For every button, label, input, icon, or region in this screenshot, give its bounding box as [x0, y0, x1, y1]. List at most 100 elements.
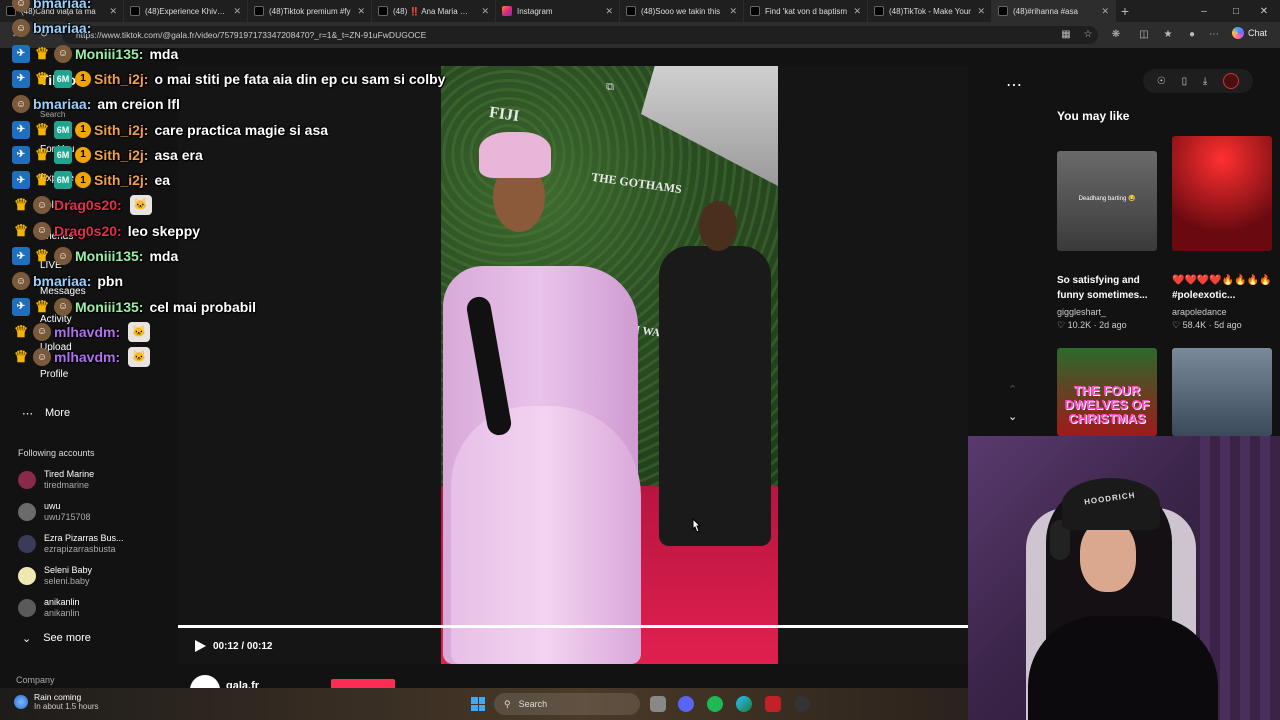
card-thumbnail[interactable] [1172, 348, 1272, 436]
sidebar-item-friends[interactable]: Friends [40, 231, 73, 242]
minimize-icon[interactable]: – [1188, 0, 1220, 22]
card-caption: So satisfying and funny sometimes... [1057, 275, 1148, 301]
close-icon[interactable]: ✕ [1101, 6, 1109, 17]
tiktok-icon [254, 6, 264, 16]
recommendation-card[interactable]: THE FOUR DWELVES OF CHRISTMAS [1057, 348, 1157, 436]
address-bar-row: ← ↻ https://www.tiktok.com/@gala.fr/vide… [0, 22, 1280, 48]
card-user[interactable]: giggleshart_ [1057, 307, 1157, 317]
following-account-item[interactable]: uwu uwu715708 [18, 500, 168, 524]
chat-label: Chat [1248, 28, 1268, 38]
tab-label: Find 'kat von d baptism [765, 6, 848, 16]
following-account-item[interactable]: Ezra Pizarras Bus... ezrapizarrasbusta [18, 532, 168, 556]
author-name[interactable]: gala.fr [226, 680, 259, 689]
account-name: uwu [44, 501, 61, 511]
extensions-icon[interactable]: ❋ [1108, 27, 1124, 43]
you-may-like-title: You may like [1057, 109, 1130, 123]
split-screen-icon[interactable]: ◫ [1136, 27, 1152, 43]
new-tab-icon[interactable]: + [1116, 3, 1134, 19]
video-more-options-icon[interactable]: ⋯ [1006, 75, 1022, 95]
streamer-cap [1062, 478, 1160, 530]
profile-icon[interactable]: ● [1184, 27, 1200, 43]
close-icon[interactable]: ✕ [605, 6, 613, 17]
following-account-item[interactable]: Tired Marine tiredmarine [18, 468, 168, 492]
card-user[interactable]: arapoledance [1172, 307, 1272, 317]
close-icon[interactable]: ✕ [233, 6, 241, 17]
fullscreen-icon[interactable]: ⧉ [603, 81, 617, 93]
following-account-item[interactable]: Seleni Baby seleni.baby [18, 564, 168, 588]
app-icon-red[interactable] [765, 696, 781, 712]
url-field[interactable]: https://www.tiktok.com/@gala.fr/video/75… [62, 26, 1098, 44]
browser-tab[interactable]: (48)TikTok - Make Your ✕ [868, 0, 992, 22]
recommendation-card[interactable] [1172, 348, 1272, 436]
recommendation-card[interactable]: Deadhang barting 😂 So satisfying and fun… [1057, 151, 1157, 331]
recommendation-card[interactable]: ❤️❤️❤️❤️🔥🔥🔥🔥 #poleexotic... arapoledance… [1172, 136, 1272, 331]
edge-icon[interactable] [736, 696, 752, 712]
see-more-button[interactable]: ⌄ See more [22, 632, 91, 645]
tab-label: (48)Când viața ta ma [21, 6, 96, 16]
weather-title: Rain coming [34, 692, 82, 702]
see-more-label: See more [43, 632, 91, 644]
browser-tab[interactable]: (48)Sooo we takin this ✕ [620, 0, 744, 22]
tiktok-logo[interactable]: TikTok [40, 72, 84, 88]
obs-icon[interactable] [794, 696, 810, 712]
download-icon[interactable]: ⤓ [1203, 76, 1207, 87]
apps-icon[interactable]: ▦ [1058, 27, 1074, 43]
browser-tab[interactable]: (48) ‼️ Ana Maria ‼️ (@ ✕ [372, 0, 496, 22]
close-window-icon[interactable]: ✕ [1248, 0, 1280, 22]
back-icon[interactable]: ← [8, 27, 24, 43]
close-icon[interactable]: ✕ [357, 6, 365, 17]
card-thumbnail[interactable]: Deadhang barting 😂 [1057, 151, 1157, 251]
settings-more-icon[interactable]: ⋯ [1206, 27, 1222, 43]
close-icon[interactable]: ✕ [109, 6, 117, 17]
browser-tab[interactable]: Instagram ✕ [496, 0, 620, 22]
browser-tab[interactable]: (48)#rihanna #asa ✕ [992, 0, 1116, 22]
company-link[interactable]: Company [16, 675, 55, 685]
sidebar-more-button[interactable]: ⋯ More [22, 407, 70, 420]
avatar [18, 503, 36, 521]
spotify-icon[interactable] [707, 696, 723, 712]
bookmark-star-icon[interactable]: ☆ [1080, 27, 1096, 43]
play-icon[interactable] [193, 639, 207, 653]
next-video-icon[interactable]: ⌄ [1008, 410, 1017, 423]
card-thumbnail[interactable] [1172, 136, 1272, 251]
coins-icon[interactable]: ☉ [1157, 76, 1166, 87]
video-progress-bar[interactable] [178, 625, 968, 628]
author-avatar[interactable] [190, 675, 220, 688]
windows-start-icon[interactable] [471, 697, 485, 711]
browser-tab[interactable]: (48)Tiktok premium #fy ✕ [248, 0, 372, 22]
sidebar-item-live[interactable]: LIVE [40, 260, 62, 271]
tiktok-icon [6, 6, 16, 16]
close-icon[interactable]: ✕ [977, 6, 985, 17]
follow-button[interactable] [331, 679, 395, 688]
man-in-suit [659, 246, 771, 546]
sidebar-item-messages[interactable]: Messages [40, 286, 86, 297]
sidebar-item-profile[interactable]: Profile [40, 369, 68, 380]
card-thumbnail[interactable]: THE FOUR DWELVES OF CHRISTMAS [1057, 348, 1157, 436]
weather-widget[interactable]: Rain coming In about 1.5 hours [14, 692, 99, 712]
favorites-icon[interactable]: ★ [1160, 27, 1176, 43]
browser-tab[interactable]: Find 'kat von d baptism ✕ [744, 0, 868, 22]
taskbar-search[interactable]: ⚲ Search [494, 693, 640, 715]
close-icon[interactable]: ✕ [853, 6, 861, 17]
copilot-chat-button[interactable]: Chat [1232, 27, 1267, 39]
sidebar-item-activity[interactable]: Activity [40, 314, 72, 325]
browser-tab[interactable]: (48)Când viața ta ma ✕ [0, 0, 124, 22]
sidebar-item-upload[interactable]: Upload [40, 342, 72, 353]
refresh-icon[interactable]: ↻ [36, 27, 52, 43]
sidebar-item-following[interactable]: Following [40, 200, 82, 211]
browser-tab[interactable]: (48)Experience Khiva: S ✕ [124, 0, 248, 22]
sidebar-search[interactable]: Search [40, 110, 65, 119]
following-account-item[interactable]: anikanlin anikanlin [18, 596, 168, 620]
close-icon[interactable]: ✕ [729, 6, 737, 17]
previous-video-icon[interactable]: ⌃ [1008, 383, 1017, 396]
video-frame[interactable]: FIJI THE GOTHAMS FIJI WATER [441, 66, 778, 664]
close-icon[interactable]: ✕ [481, 6, 489, 17]
discord-icon[interactable] [678, 696, 694, 712]
user-avatar-icon[interactable] [1223, 73, 1240, 89]
avatar [18, 567, 36, 585]
sidebar-item-for-you[interactable]: For You [40, 144, 74, 155]
file-explorer-icon[interactable] [650, 696, 666, 712]
sidebar-item-explore[interactable]: Explore [40, 173, 74, 184]
device-icon[interactable]: ▯ [1182, 76, 1188, 87]
tab-label: (48)Sooo we takin this [641, 6, 721, 16]
